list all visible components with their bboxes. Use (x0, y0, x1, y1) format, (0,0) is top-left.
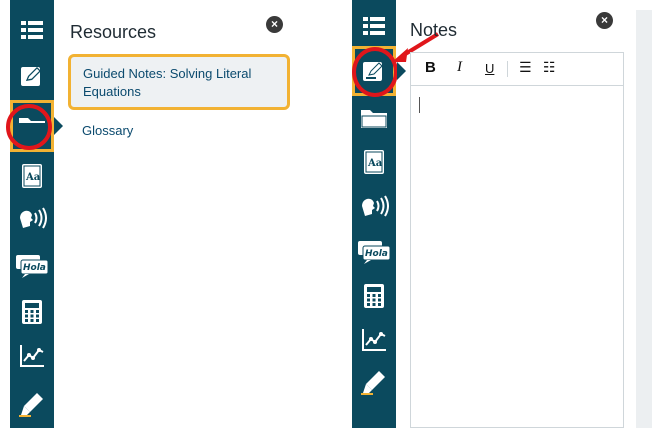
calculator-icon[interactable] (352, 274, 396, 318)
panel-title: Resources (70, 22, 157, 42)
graph-icon[interactable] (10, 334, 54, 378)
toolbar-divider (507, 61, 508, 77)
svg-text:Aa: Aa (367, 158, 383, 169)
calculator-icon[interactable] (10, 290, 54, 334)
italic-button[interactable]: I (457, 59, 462, 76)
folder-icon[interactable] (10, 100, 54, 152)
underline-button[interactable]: U (485, 61, 494, 76)
glossary-icon[interactable]: Aa (352, 140, 396, 184)
svg-text:Hola: Hola (365, 249, 388, 259)
text-to-speech-icon[interactable] (352, 184, 396, 228)
resource-item-guided-notes[interactable]: Guided Notes: Solving Literal Equations (68, 54, 290, 110)
active-tool-pointer (54, 117, 63, 135)
editor-toolbar: B I U ☰ ☷ (411, 53, 623, 86)
close-icon[interactable]: × (266, 16, 283, 33)
resources-panel: Aa Hola Resources × Guided Notes: Solvin… (0, 0, 330, 428)
notes-editor[interactable]: B I U ☰ ☷ (410, 52, 624, 428)
svg-text:Hola: Hola (23, 263, 46, 273)
panel-title: Notes (410, 20, 458, 40)
menu-icon[interactable] (10, 10, 54, 50)
numbered-list-button[interactable]: ☷ (543, 59, 556, 76)
highlighter-icon[interactable] (352, 360, 396, 404)
bullet-list-button[interactable]: ☰ (519, 59, 532, 76)
text-cursor (419, 97, 420, 113)
notes-panel: Aa Hola Notes × B I U ☰ ☷ (352, 0, 652, 428)
translate-icon[interactable]: Hola (352, 230, 396, 274)
graph-icon[interactable] (352, 318, 396, 362)
translate-icon[interactable]: Hola (10, 244, 54, 288)
close-icon[interactable]: × (596, 12, 613, 29)
bold-button[interactable]: B (425, 59, 436, 76)
highlighter-icon[interactable] (10, 382, 54, 426)
left-tool-sidebar: Aa Hola (10, 0, 54, 428)
resource-item-label: Guided Notes: Solving Literal Equations (83, 66, 252, 99)
folder-icon[interactable] (352, 96, 396, 140)
svg-text:Aa: Aa (25, 172, 41, 183)
resource-item-glossary[interactable]: Glossary (82, 123, 133, 138)
glossary-icon[interactable]: Aa (10, 154, 54, 198)
edit-icon[interactable] (10, 54, 54, 98)
text-to-speech-icon[interactable] (10, 196, 54, 240)
scrollbar[interactable] (636, 10, 652, 428)
